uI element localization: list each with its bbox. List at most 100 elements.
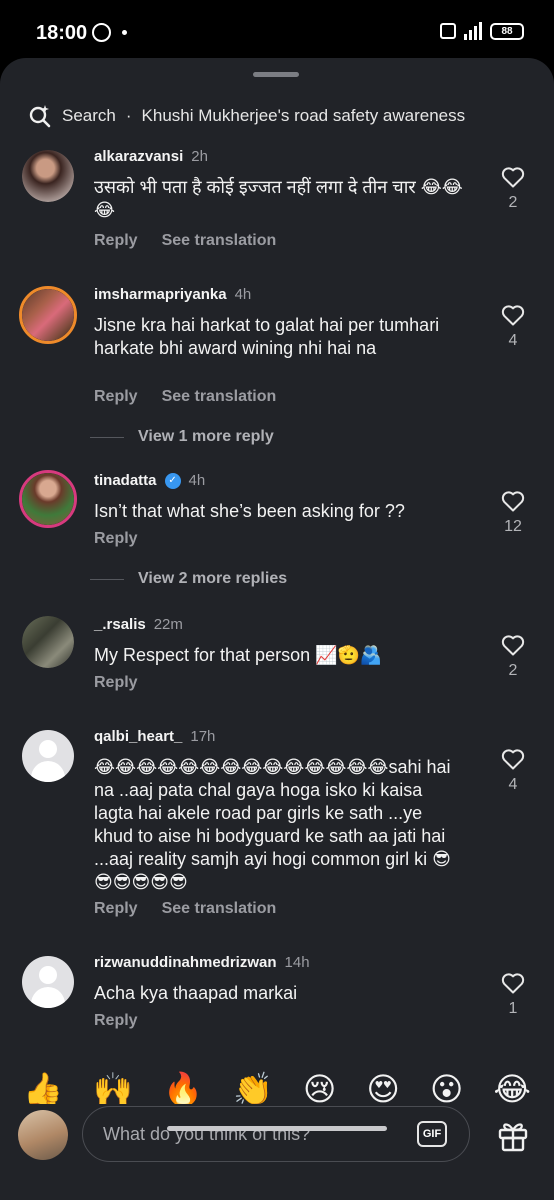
like-count: 12 bbox=[504, 518, 522, 535]
battery-icon: 88 bbox=[490, 22, 524, 40]
search-query: Khushi Mukherjee's road safety awareness bbox=[141, 106, 466, 125]
like-count: 2 bbox=[508, 662, 518, 679]
status-time: 18:00 bbox=[36, 22, 88, 44]
comment-input[interactable]: What do you think of this? GIF bbox=[82, 1106, 470, 1162]
reply-button[interactable]: Reply bbox=[94, 1012, 138, 1030]
reply-button[interactable]: Reply bbox=[94, 232, 138, 250]
comment-actions: Reply See translation bbox=[94, 232, 276, 250]
comment-text: 😂😂😂😂😂😂😂😂😂😂😂😂😂😂sahi hai na ..aaj pata cha… bbox=[94, 757, 451, 892]
search-sparkle-icon bbox=[29, 105, 51, 128]
notification-dot-icon bbox=[122, 30, 127, 35]
comment-time: 14h bbox=[284, 954, 310, 971]
like-button[interactable]: 12 bbox=[500, 490, 526, 536]
comment-username[interactable]: tinadatta bbox=[94, 472, 157, 489]
reply-button[interactable]: Reply bbox=[94, 530, 138, 548]
comment-meta: alkarazvansi 2h bbox=[94, 148, 208, 165]
comments-sheet: Search · Khushi Mukherjee's road safety … bbox=[0, 58, 554, 1200]
search-separator: · bbox=[125, 106, 132, 125]
reply-button[interactable]: Reply bbox=[94, 388, 138, 406]
comment-time: 4h bbox=[234, 286, 252, 303]
comment-actions: Reply bbox=[94, 674, 138, 692]
comment-text: My Respect for that person 📈🫡🫂 bbox=[94, 645, 383, 665]
like-button[interactable]: 2 bbox=[500, 634, 526, 680]
thread-line bbox=[90, 436, 124, 438]
like-button[interactable]: 4 bbox=[500, 748, 526, 794]
like-button[interactable]: 2 bbox=[500, 166, 526, 212]
emoji-raised-hands[interactable]: 🙌 bbox=[93, 1070, 133, 1108]
comment-text: Acha kya thaapad markai bbox=[94, 983, 298, 1003]
comment-time: 22m bbox=[153, 616, 183, 633]
like-count: 1 bbox=[508, 1000, 518, 1017]
comment-meta: _.rsalis 22m bbox=[94, 616, 183, 633]
comment-actions: Reply See translation bbox=[94, 388, 276, 406]
comment-actions: Reply bbox=[94, 1012, 138, 1030]
reply-button[interactable]: Reply bbox=[94, 674, 138, 692]
comment-composer: What do you think of this? GIF bbox=[0, 1104, 554, 1200]
heart-outline-icon bbox=[501, 167, 525, 188]
like-count: 4 bbox=[508, 332, 518, 349]
like-count: 2 bbox=[508, 194, 518, 211]
signal-icon bbox=[464, 22, 482, 40]
emoji-crying[interactable]: 😢 bbox=[303, 1070, 336, 1108]
gif-button[interactable]: GIF bbox=[417, 1121, 447, 1147]
avatar[interactable] bbox=[22, 616, 74, 668]
comment-meta: rizwanuddinahmedrizwan 14h bbox=[94, 954, 310, 971]
gift-icon[interactable] bbox=[496, 1118, 530, 1152]
comment-meta: imsharmapriyanka 4h bbox=[94, 286, 251, 303]
heart-outline-icon bbox=[501, 749, 525, 770]
emoji-fire[interactable]: 🔥 bbox=[163, 1070, 203, 1108]
comment-meta: tinadatta ✓ 4h bbox=[94, 472, 205, 489]
default-avatar-icon bbox=[39, 966, 57, 984]
avatar[interactable] bbox=[22, 730, 74, 782]
view-more-replies[interactable]: View 2 more replies bbox=[90, 570, 287, 588]
comment-time: 4h bbox=[188, 472, 206, 489]
see-translation-button[interactable]: See translation bbox=[162, 900, 277, 918]
comment-username[interactable]: qalbi_heart_ bbox=[94, 728, 182, 745]
avatar[interactable] bbox=[19, 286, 77, 344]
emoji-clap[interactable]: 👏 bbox=[233, 1070, 273, 1108]
comment-text: Isn’t that what she’s been asking for ?? bbox=[94, 501, 405, 521]
thread-line bbox=[90, 578, 124, 580]
like-button[interactable]: 1 bbox=[500, 972, 526, 1018]
volte-icon bbox=[440, 23, 456, 39]
view-more-replies-label: View 1 more reply bbox=[138, 428, 274, 445]
avatar[interactable] bbox=[22, 150, 74, 202]
view-more-replies-label: View 2 more replies bbox=[138, 570, 288, 587]
reply-button[interactable]: Reply bbox=[94, 900, 138, 918]
comment-username[interactable]: _.rsalis bbox=[94, 616, 146, 633]
verified-badge-icon: ✓ bbox=[164, 472, 181, 489]
drag-handle[interactable] bbox=[253, 72, 299, 77]
emoji-surprised[interactable]: 😮 bbox=[430, 1070, 463, 1108]
search-prefix: Search bbox=[62, 106, 116, 125]
comment-username[interactable]: alkarazvansi bbox=[94, 148, 183, 165]
avatar[interactable] bbox=[19, 470, 77, 528]
view-more-replies[interactable]: View 1 more reply bbox=[90, 428, 274, 446]
comment-username[interactable]: imsharmapriyanka bbox=[94, 286, 227, 303]
heart-outline-icon bbox=[501, 305, 525, 326]
heart-outline-icon bbox=[501, 635, 525, 656]
comment-time: 2h bbox=[191, 148, 208, 165]
see-translation-button[interactable]: See translation bbox=[162, 388, 277, 406]
default-avatar-icon bbox=[39, 740, 57, 758]
emoji-heart-eyes[interactable]: 😍 bbox=[367, 1070, 400, 1108]
comment-actions: Reply bbox=[94, 530, 138, 548]
comment-time: 17h bbox=[190, 728, 216, 745]
emoji-laughing[interactable]: 😂 bbox=[494, 1070, 531, 1108]
whatsapp-icon bbox=[92, 23, 111, 42]
comment-username[interactable]: rizwanuddinahmedrizwan bbox=[94, 954, 277, 971]
search-suggestion[interactable]: Search · Khushi Mukherjee's road safety … bbox=[28, 104, 465, 128]
see-translation-button[interactable]: See translation bbox=[162, 232, 277, 250]
emoji-thumbs-up[interactable]: 👍 bbox=[23, 1070, 63, 1108]
like-button[interactable]: 4 bbox=[500, 304, 526, 350]
comment-meta: qalbi_heart_ 17h bbox=[94, 728, 215, 745]
my-avatar bbox=[18, 1110, 68, 1160]
heart-outline-icon bbox=[501, 491, 525, 512]
like-count: 4 bbox=[508, 776, 518, 793]
home-indicator[interactable] bbox=[167, 1126, 387, 1131]
avatar[interactable] bbox=[22, 956, 74, 1008]
comment-actions: Reply See translation bbox=[94, 900, 276, 918]
status-right: 88 bbox=[440, 22, 524, 40]
heart-outline-icon bbox=[501, 973, 525, 994]
comment-text: Jisne kra hai harkat to galat hai per tu… bbox=[94, 315, 440, 358]
comment-text: उसको भी पता है कोई इज्जत नहीं लगा दे तीन… bbox=[94, 177, 463, 220]
